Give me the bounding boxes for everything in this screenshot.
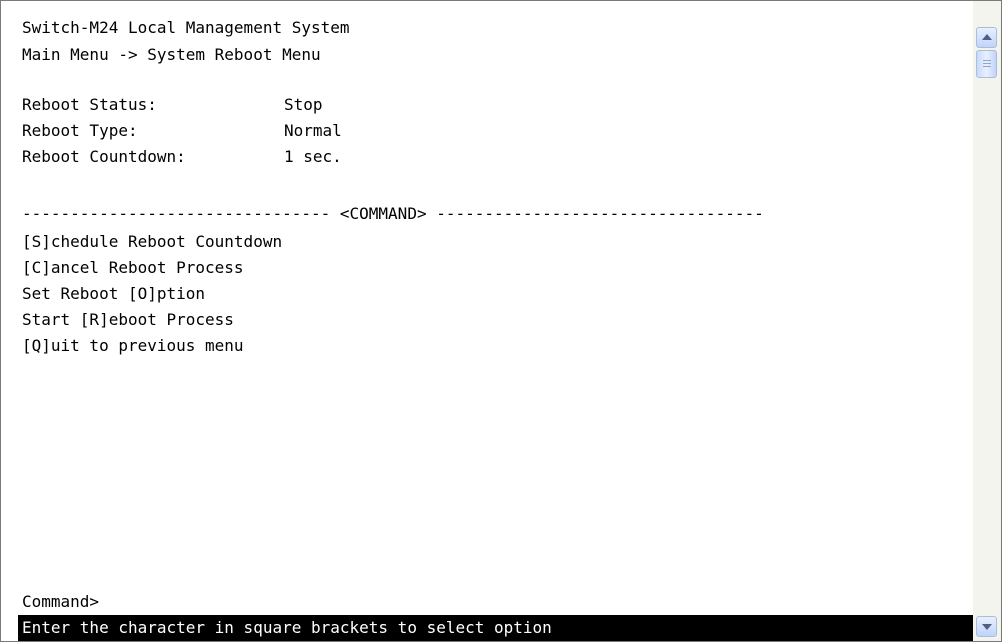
vertical-scrollbar[interactable] bbox=[973, 1, 1001, 641]
command-quit[interactable]: [Q]uit to previous menu bbox=[22, 333, 244, 359]
status-bar: Enter the character in square brackets t… bbox=[18, 615, 973, 641]
breadcrumb: Main Menu -> System Reboot Menu bbox=[22, 45, 321, 64]
grip-line bbox=[983, 66, 991, 67]
command-schedule-reboot[interactable]: [S]chedule Reboot Countdown bbox=[22, 229, 282, 255]
reboot-status-value: Stop bbox=[284, 95, 323, 114]
system-title: Switch-M24 Local Management System bbox=[22, 18, 350, 37]
reboot-type-label: Reboot Type: bbox=[22, 121, 138, 140]
scroll-up-button[interactable] bbox=[976, 27, 997, 48]
chevron-down-icon bbox=[982, 624, 992, 630]
command-cancel-reboot[interactable]: [C]ancel Reboot Process bbox=[22, 255, 244, 281]
command-set-reboot-option[interactable]: Set Reboot [O]ption bbox=[22, 281, 205, 307]
scroll-thumb[interactable] bbox=[976, 50, 997, 78]
command-start-reboot[interactable]: Start [R]eboot Process bbox=[22, 307, 234, 333]
reboot-status-label: Reboot Status: bbox=[22, 95, 157, 114]
command-divider: -------------------------------- <COMMAN… bbox=[22, 204, 764, 223]
reboot-countdown-value: 1 sec. bbox=[284, 147, 342, 166]
chevron-up-icon bbox=[982, 34, 992, 40]
scroll-down-button[interactable] bbox=[976, 616, 997, 637]
reboot-type-row: Reboot Type: Normal bbox=[22, 118, 342, 144]
reboot-countdown-row: Reboot Countdown: 1 sec. bbox=[22, 144, 342, 170]
reboot-type-value: Normal bbox=[284, 121, 342, 140]
terminal-window: Switch-M24 Local Management System Main … bbox=[0, 0, 1002, 642]
grip-icon bbox=[983, 60, 991, 61]
reboot-status-row: Reboot Status: Stop bbox=[22, 92, 323, 118]
reboot-countdown-label: Reboot Countdown: bbox=[22, 147, 186, 166]
grip-line bbox=[983, 63, 991, 64]
status-bar-text: Enter the character in square brackets t… bbox=[22, 618, 552, 637]
command-prompt[interactable]: Command> bbox=[22, 589, 99, 615]
terminal-screen: Switch-M24 Local Management System Main … bbox=[1, 1, 973, 641]
